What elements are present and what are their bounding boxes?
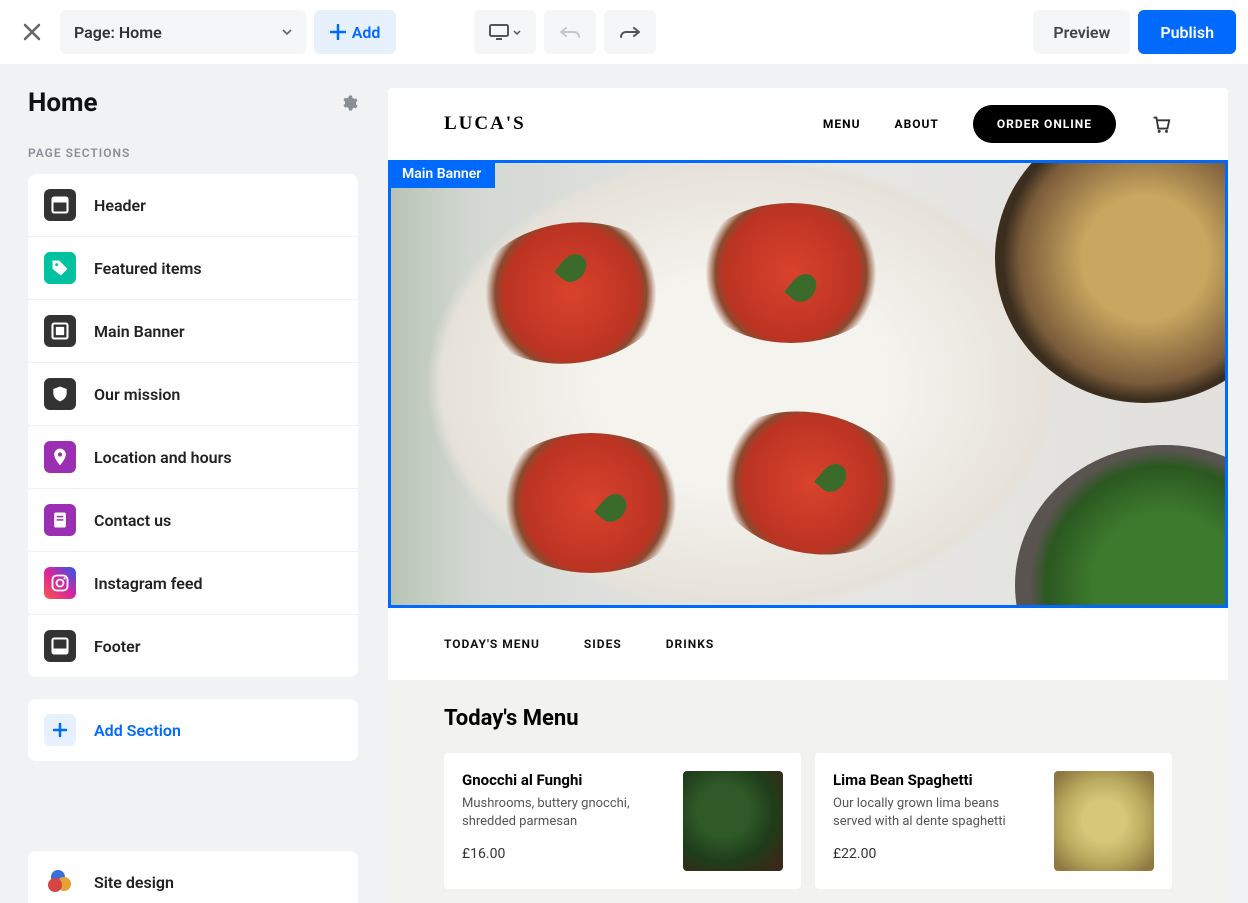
preview-button[interactable]: Preview: [1033, 10, 1130, 54]
desktop-icon: [489, 24, 509, 40]
sheet-icon: [44, 504, 76, 536]
section-item-label: Footer: [94, 637, 140, 656]
footer-icon: [44, 630, 76, 662]
undo-icon: [560, 26, 580, 38]
caret-down-icon: [282, 29, 292, 35]
card-title: Lima Bean Spaghetti: [833, 771, 1040, 789]
tab-todays-menu[interactable]: TODAY'S MENU: [444, 637, 540, 651]
shield-icon: [44, 378, 76, 410]
settings-button[interactable]: [340, 94, 358, 112]
cart-button[interactable]: [1150, 113, 1172, 135]
section-item-label: Featured items: [94, 259, 202, 278]
menu-tabs: TODAY'S MENU SIDES DRINKS: [388, 608, 1228, 680]
tab-drinks[interactable]: DRINKS: [666, 637, 714, 651]
main-banner-section[interactable]: Main Banner: [388, 160, 1228, 608]
add-button[interactable]: Add: [314, 10, 397, 54]
top-toolbar: Page: Home Add Preview Publish: [0, 0, 1248, 64]
header-icon: [44, 189, 76, 221]
toolbar-middle: [474, 10, 656, 54]
section-list: Header Featured items Main Banner Our missi…: [28, 174, 358, 677]
card-price: £22.00: [833, 846, 1040, 862]
preview-canvas: LUCA'S MENU ABOUT ORDER ONLINE Main Bann…: [378, 64, 1248, 903]
cart-icon: [1150, 113, 1172, 135]
section-item-label: Our mission: [94, 385, 180, 404]
card-image: [683, 771, 783, 871]
site-brand: LUCA'S: [444, 113, 526, 135]
section-item-label: Instagram feed: [94, 574, 203, 593]
close-button[interactable]: [12, 12, 52, 52]
site-design-label: Site design: [94, 873, 174, 892]
section-item-banner[interactable]: Main Banner: [28, 300, 358, 362]
section-item-header[interactable]: Header: [28, 174, 358, 236]
card-price: £16.00: [462, 846, 669, 862]
redo-icon: [620, 26, 640, 38]
card-desc: Our locally grown lima beans served with…: [833, 795, 1040, 830]
nav-menu[interactable]: MENU: [823, 117, 861, 131]
sidebar: Home PAGE SECTIONS Header Featured items M…: [0, 64, 378, 903]
site-design-button[interactable]: Site design: [28, 851, 358, 903]
site-preview: LUCA'S MENU ABOUT ORDER ONLINE Main Bann…: [388, 88, 1228, 903]
tag-icon: [44, 252, 76, 284]
nav-about[interactable]: ABOUT: [895, 117, 939, 131]
section-item-tag[interactable]: Featured items: [28, 237, 358, 299]
banner-icon: [44, 315, 76, 347]
menu-card[interactable]: Lima Bean Spaghetti Our locally grown li…: [815, 753, 1172, 889]
section-item-label: Location and hours: [94, 448, 232, 467]
section-item-label: Header: [94, 196, 146, 215]
banner-image: [391, 163, 1225, 605]
site-header: LUCA'S MENU ABOUT ORDER ONLINE: [388, 88, 1228, 160]
menu-title: Today's Menu: [444, 706, 1172, 731]
card-desc: Mushrooms, buttery gnocchi, shredded par…: [462, 795, 669, 830]
page-selector-label: Page: Home: [74, 23, 162, 42]
sections-label: PAGE SECTIONS: [28, 146, 358, 160]
tab-sides[interactable]: SIDES: [584, 637, 622, 651]
section-item-instagram[interactable]: Instagram feed: [28, 552, 358, 614]
card-title: Gnocchi al Funghi: [462, 771, 669, 789]
device-selector[interactable]: [474, 10, 536, 54]
section-item-sheet[interactable]: Contact us: [28, 489, 358, 551]
plus-icon: [330, 24, 346, 40]
section-item-label: Main Banner: [94, 322, 185, 341]
add-section-label: Add Section: [94, 721, 181, 740]
close-icon: [23, 23, 41, 41]
redo-button[interactable]: [604, 10, 656, 54]
card-image: [1054, 771, 1154, 871]
order-online-button[interactable]: ORDER ONLINE: [973, 105, 1116, 143]
banner-tag: Main Banner: [388, 160, 495, 188]
add-section-button[interactable]: Add Section: [28, 699, 358, 761]
sidebar-title: Home: [28, 88, 98, 118]
pin-icon: [44, 441, 76, 473]
instagram-icon: [44, 567, 76, 599]
undo-button[interactable]: [544, 10, 596, 54]
section-item-label: Contact us: [94, 511, 171, 530]
section-item-shield[interactable]: Our mission: [28, 363, 358, 425]
menu-card[interactable]: Gnocchi al Funghi Mushrooms, buttery gno…: [444, 753, 801, 889]
section-item-footer[interactable]: Footer: [28, 615, 358, 677]
section-item-pin[interactable]: Location and hours: [28, 426, 358, 488]
add-label: Add: [352, 23, 381, 42]
palette-icon: [44, 866, 76, 898]
gear-icon: [340, 94, 358, 112]
menu-area: Today's Menu Gnocchi al Funghi Mushrooms…: [388, 680, 1228, 903]
page-selector[interactable]: Page: Home: [60, 10, 306, 54]
plus-icon: [52, 722, 68, 738]
publish-button[interactable]: Publish: [1138, 10, 1236, 54]
caret-down-icon: [513, 30, 521, 35]
